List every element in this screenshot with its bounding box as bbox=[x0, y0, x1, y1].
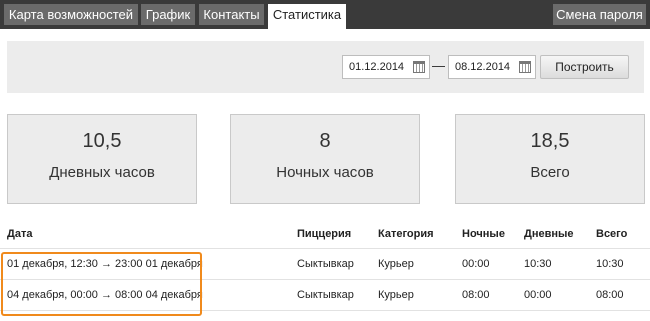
date-to-input[interactable]: 08.12.2014 bbox=[448, 55, 536, 79]
build-button[interactable]: Построить bbox=[540, 55, 629, 79]
date-from-input[interactable]: 01.12.2014 bbox=[342, 55, 430, 79]
cell-pizzeria: Сыктывкар bbox=[297, 247, 378, 279]
tab-statistics[interactable]: Статистика bbox=[268, 4, 346, 29]
change-password-button[interactable]: Смена пароля bbox=[553, 4, 646, 25]
column-header-category: Категория bbox=[378, 228, 434, 240]
summary-card-total-hours: 18,5 Всего bbox=[455, 114, 645, 204]
column-header-total: Всего bbox=[596, 228, 628, 240]
summary-value: 10,5 bbox=[82, 130, 122, 152]
table-header-row: Дата Пиццерия Категория Ночные Дневные В… bbox=[0, 228, 650, 248]
table-row: 04 декабря, 00:00 → 08:00 04 декабря Сык… bbox=[0, 278, 650, 311]
date-filter-panel: 01.12.2014 — 08.12.2014 Построить bbox=[7, 41, 644, 93]
summary-label: Всего bbox=[530, 164, 570, 181]
summary-value: 18,5 bbox=[530, 130, 570, 152]
shifts-table: Дата Пиццерия Категория Ночные Дневные В… bbox=[0, 228, 650, 311]
table-row: 01 декабря, 12:30 → 23:00 01 декабря Сык… bbox=[0, 247, 650, 279]
summary-card-day-hours: 10,5 Дневных часов bbox=[7, 114, 197, 204]
column-header-night: Ночные bbox=[462, 228, 505, 240]
calendar-icon[interactable] bbox=[519, 61, 531, 73]
tab-opportunity-map[interactable]: Карта возможностей bbox=[4, 4, 138, 25]
cell-category: Курьер bbox=[378, 247, 462, 279]
column-header-day: Дневные bbox=[524, 228, 574, 240]
column-header-pizzeria: Пиццерия bbox=[297, 228, 352, 240]
date-from-value: 01.12.2014 bbox=[349, 61, 405, 73]
summary-label: Ночных часов bbox=[276, 164, 374, 181]
cell-date: 01 декабря, 12:30 → 23:00 01 декабря bbox=[0, 247, 297, 279]
cell-total: 10:30 bbox=[596, 247, 650, 279]
cell-night: 08:00 bbox=[462, 278, 524, 311]
summary-card-night-hours: 8 Ночных часов bbox=[230, 114, 420, 204]
top-navigation: Карта возможностей График Контакты Стати… bbox=[0, 0, 650, 29]
cell-night: 00:00 bbox=[462, 247, 524, 279]
date-to-value: 08.12.2014 bbox=[455, 61, 511, 73]
calendar-icon[interactable] bbox=[413, 61, 425, 73]
cell-total: 08:00 bbox=[596, 278, 650, 311]
summary-value: 8 bbox=[319, 130, 331, 152]
date-separator: — bbox=[432, 58, 445, 73]
cell-category: Курьер bbox=[378, 278, 462, 311]
tab-schedule[interactable]: График bbox=[141, 4, 195, 25]
cell-date: 04 декабря, 00:00 → 08:00 04 декабря bbox=[0, 278, 297, 311]
cell-day: 00:00 bbox=[524, 278, 596, 311]
summary-label: Дневных часов bbox=[49, 164, 155, 181]
column-header-date: Дата bbox=[7, 228, 33, 240]
cell-day: 10:30 bbox=[524, 247, 596, 279]
tab-contacts[interactable]: Контакты bbox=[199, 4, 264, 25]
cell-pizzeria: Сыктывкар bbox=[297, 278, 378, 311]
